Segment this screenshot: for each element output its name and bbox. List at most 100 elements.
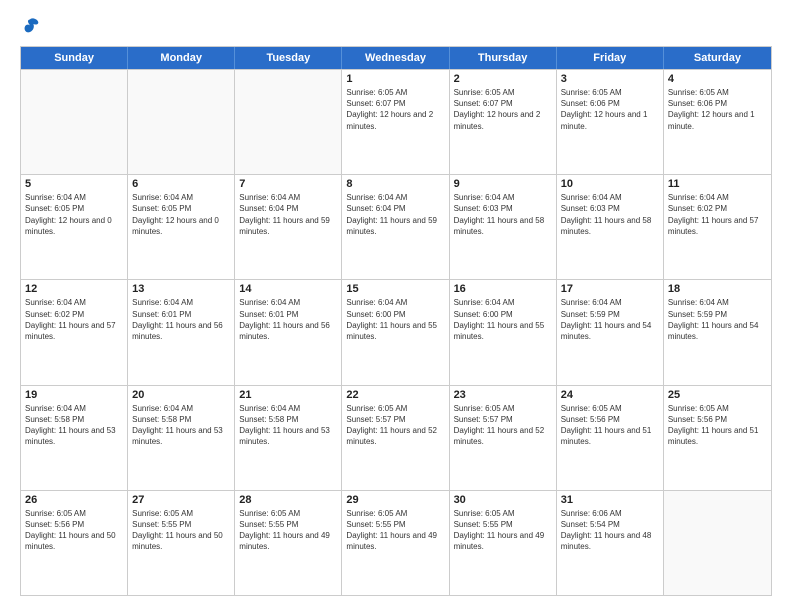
calendar-cell: 30 Sunrise: 6:05 AM Sunset: 5:55 PM Dayli… [450,491,557,595]
cell-info: Sunrise: 6:05 AM Sunset: 5:55 PM Dayligh… [346,508,444,553]
day-number: 9 [454,178,552,190]
day-number: 30 [454,494,552,506]
calendar-cell: 12 Sunrise: 6:04 AM Sunset: 6:02 PM Dayli… [21,280,128,384]
calendar-cell: 29 Sunrise: 6:05 AM Sunset: 5:55 PM Dayli… [342,491,449,595]
calendar-cell: 19 Sunrise: 6:04 AM Sunset: 5:58 PM Dayli… [21,386,128,490]
cell-info: Sunrise: 6:05 AM Sunset: 6:06 PM Dayligh… [561,87,659,132]
day-number: 17 [561,283,659,295]
calendar-cell: 15 Sunrise: 6:04 AM Sunset: 6:00 PM Dayli… [342,280,449,384]
day-number: 23 [454,389,552,401]
day-number: 3 [561,73,659,85]
calendar-row: 1 Sunrise: 6:05 AM Sunset: 6:07 PM Daylig… [21,69,771,174]
calendar-cell: 14 Sunrise: 6:04 AM Sunset: 6:01 PM Dayli… [235,280,342,384]
day-number: 16 [454,283,552,295]
day-number: 5 [25,178,123,190]
cell-info: Sunrise: 6:05 AM Sunset: 5:55 PM Dayligh… [132,508,230,553]
cell-info: Sunrise: 6:05 AM Sunset: 5:57 PM Dayligh… [346,403,444,448]
cell-info: Sunrise: 6:05 AM Sunset: 5:56 PM Dayligh… [561,403,659,448]
day-number: 12 [25,283,123,295]
day-number: 13 [132,283,230,295]
calendar-cell: 3 Sunrise: 6:05 AM Sunset: 6:06 PM Daylig… [557,70,664,174]
cell-info: Sunrise: 6:04 AM Sunset: 5:59 PM Dayligh… [668,297,767,342]
calendar-row: 19 Sunrise: 6:04 AM Sunset: 5:58 PM Dayli… [21,385,771,490]
cell-info: Sunrise: 6:05 AM Sunset: 5:57 PM Dayligh… [454,403,552,448]
day-number: 8 [346,178,444,190]
day-number: 24 [561,389,659,401]
day-number: 20 [132,389,230,401]
calendar-cell: 9 Sunrise: 6:04 AM Sunset: 6:03 PM Daylig… [450,175,557,279]
calendar-cell: 10 Sunrise: 6:04 AM Sunset: 6:03 PM Dayli… [557,175,664,279]
day-number: 4 [668,73,767,85]
cell-info: Sunrise: 6:05 AM Sunset: 5:55 PM Dayligh… [454,508,552,553]
cell-info: Sunrise: 6:05 AM Sunset: 5:56 PM Dayligh… [668,403,767,448]
day-number: 29 [346,494,444,506]
day-number: 7 [239,178,337,190]
calendar-header-row: SundayMondayTuesdayWednesdayThursdayFrid… [21,47,771,69]
day-number: 27 [132,494,230,506]
calendar-cell [128,70,235,174]
cell-info: Sunrise: 6:04 AM Sunset: 6:02 PM Dayligh… [668,192,767,237]
calendar-row: 26Sunrise: 6:05 AM Sunset: 5:56 PM Dayli… [21,490,771,595]
calendar-cell: 28 Sunrise: 6:05 AM Sunset: 5:55 PM Dayli… [235,491,342,595]
cell-info: Sunrise: 6:05 AM Sunset: 5:55 PM Dayligh… [239,508,337,553]
calendar-cell: 4 Sunrise: 6:05 AM Sunset: 6:06 PM Daylig… [664,70,771,174]
calendar-cell: 31 Sunrise: 6:06 AM Sunset: 5:54 PM Dayli… [557,491,664,595]
day-number: 31 [561,494,659,506]
calendar-header-cell: Saturday [664,47,771,69]
day-number: 6 [132,178,230,190]
cell-info: Sunrise: 6:04 AM Sunset: 6:04 PM Dayligh… [346,192,444,237]
calendar-cell: 7 Sunrise: 6:04 AM Sunset: 6:04 PM Daylig… [235,175,342,279]
day-number: 2 [454,73,552,85]
calendar-cell: 16 Sunrise: 6:04 AM Sunset: 6:00 PM Dayli… [450,280,557,384]
calendar-cell: 6 Sunrise: 6:04 AM Sunset: 6:05 PM Daylig… [128,175,235,279]
calendar-cell: 5 Sunrise: 6:04 AM Sunset: 6:05 PM Daylig… [21,175,128,279]
day-number: 18 [668,283,767,295]
logo [20,16,44,36]
calendar-cell: 18 Sunrise: 6:04 AM Sunset: 5:59 PM Dayli… [664,280,771,384]
cell-info: Sunrise: 6:04 AM Sunset: 6:00 PM Dayligh… [454,297,552,342]
day-number: 10 [561,178,659,190]
calendar-cell: 27 Sunrise: 6:05 AM Sunset: 5:55 PM Dayli… [128,491,235,595]
day-number: 26 [25,494,123,506]
day-number: 1 [346,73,444,85]
day-number: 28 [239,494,337,506]
cell-info: Sunrise: 6:04 AM Sunset: 6:03 PM Dayligh… [454,192,552,237]
day-number: 22 [346,389,444,401]
calendar-cell: 1 Sunrise: 6:05 AM Sunset: 6:07 PM Daylig… [342,70,449,174]
cell-info: Sunrise: 6:04 AM Sunset: 5:59 PM Dayligh… [561,297,659,342]
cell-info: Sunrise: 6:04 AM Sunset: 6:02 PM Dayligh… [25,297,123,342]
calendar-cell: 8 Sunrise: 6:04 AM Sunset: 6:04 PM Daylig… [342,175,449,279]
calendar-cell: 21 Sunrise: 6:04 AM Sunset: 5:58 PM Dayli… [235,386,342,490]
cell-info: Sunrise: 6:05 AM Sunset: 6:07 PM Dayligh… [346,87,444,132]
cell-info: Sunrise: 6:04 AM Sunset: 5:58 PM Dayligh… [132,403,230,448]
calendar-cell: 24 Sunrise: 6:05 AM Sunset: 5:56 PM Dayli… [557,386,664,490]
calendar-header-cell: Thursday [450,47,557,69]
cell-info: Sunrise: 6:04 AM Sunset: 6:05 PM Dayligh… [132,192,230,237]
calendar-cell [235,70,342,174]
calendar-cell: 17 Sunrise: 6:04 AM Sunset: 5:59 PM Dayli… [557,280,664,384]
header [20,16,772,36]
cell-info: Sunrise: 6:04 AM Sunset: 6:05 PM Dayligh… [25,192,123,237]
cell-info: Sunrise: 6:05 AM Sunset: 6:06 PM Dayligh… [668,87,767,132]
cell-info: Sunrise: 6:06 AM Sunset: 5:54 PM Dayligh… [561,508,659,553]
calendar-cell: 25Sunrise: 6:05 AM Sunset: 5:56 PM Dayli… [664,386,771,490]
calendar-header-cell: Wednesday [342,47,449,69]
day-number: 21 [239,389,337,401]
calendar-cell: 2Sunrise: 6:05 AM Sunset: 6:07 PM Daylig… [450,70,557,174]
day-number: 15 [346,283,444,295]
calendar-header-cell: Tuesday [235,47,342,69]
calendar-cell: 13Sunrise: 6:04 AM Sunset: 6:01 PM Dayli… [128,280,235,384]
cell-info: Sunrise: 6:04 AM Sunset: 5:58 PM Dayligh… [239,403,337,448]
page: SundayMondayTuesdayWednesdayThursdayFrid… [0,0,792,612]
cell-info: Sunrise: 6:04 AM Sunset: 6:03 PM Dayligh… [561,192,659,237]
day-number: 14 [239,283,337,295]
cell-info: Sunrise: 6:04 AM Sunset: 5:58 PM Dayligh… [25,403,123,448]
cell-info: Sunrise: 6:04 AM Sunset: 6:04 PM Dayligh… [239,192,337,237]
cell-info: Sunrise: 6:04 AM Sunset: 6:01 PM Dayligh… [239,297,337,342]
calendar-cell: 11 Sunrise: 6:04 AM Sunset: 6:02 PM Dayli… [664,175,771,279]
day-number: 19 [25,389,123,401]
calendar-body: 1 Sunrise: 6:05 AM Sunset: 6:07 PM Daylig… [21,69,771,595]
cell-info: Sunrise: 6:04 AM Sunset: 6:00 PM Dayligh… [346,297,444,342]
calendar-cell [664,491,771,595]
day-number: 11 [668,178,767,190]
